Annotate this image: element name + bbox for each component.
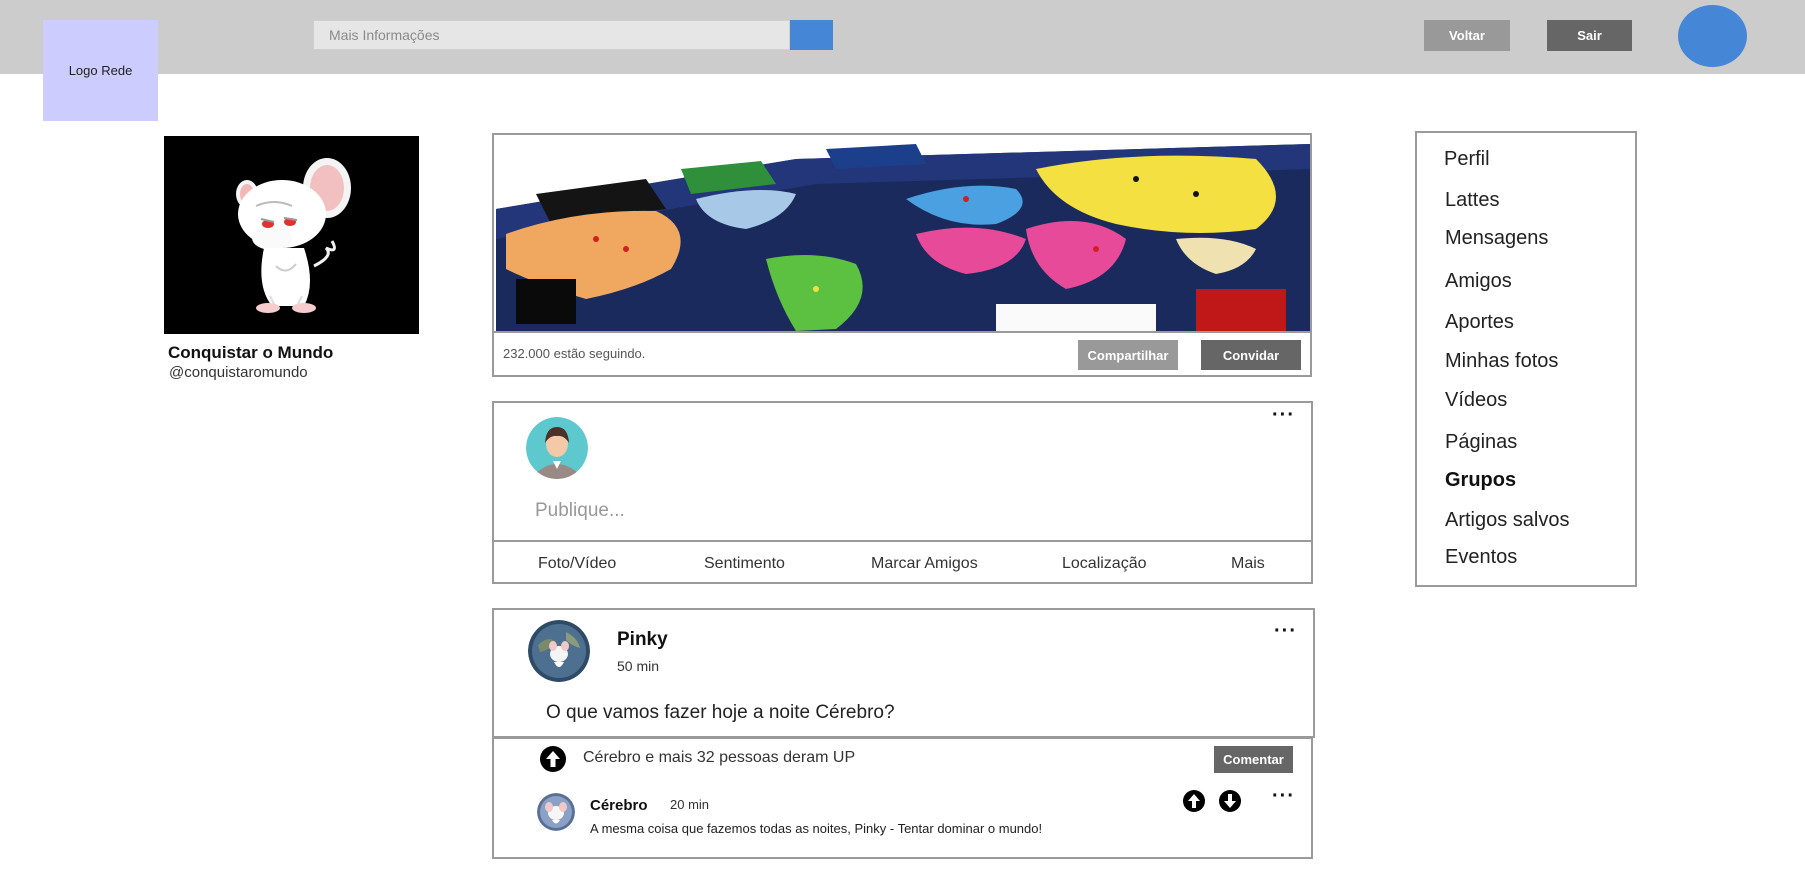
cover-divider — [494, 331, 1310, 333]
menu-item-amigos[interactable]: Amigos — [1445, 270, 1512, 293]
invite-button[interactable]: Convidar — [1201, 340, 1301, 370]
post-timestamp: 50 min — [617, 658, 660, 674]
back-button[interactable]: Voltar — [1424, 20, 1510, 51]
tag-friends-action[interactable]: Marcar Amigos — [871, 555, 978, 573]
menu-item-aportes[interactable]: Aportes — [1445, 311, 1514, 334]
feeling-action[interactable]: Sentimento — [704, 555, 785, 573]
brain-mouse-illustration — [164, 136, 419, 334]
menu-item-videos[interactable]: Vídeos — [1445, 389, 1507, 412]
menu-item-artigos-salvos[interactable]: Artigos salvos — [1445, 509, 1570, 532]
reactions-summary[interactable]: Cérebro e mais 32 pessoas deram UP — [583, 749, 855, 767]
publish-input[interactable] — [530, 497, 1130, 525]
menu-item-lattes[interactable]: Lattes — [1445, 189, 1499, 212]
globe-mouse-avatar-icon — [528, 620, 590, 682]
user-avatar[interactable] — [1678, 5, 1747, 67]
profile-name: Conquistar o Mundo — [168, 343, 334, 362]
share-button[interactable]: Compartilhar — [1078, 340, 1178, 370]
location-action[interactable]: Localização — [1062, 555, 1147, 573]
composer-more-icon[interactable]: ··· — [1272, 404, 1295, 427]
search-input[interactable] — [313, 20, 790, 50]
composer-actions-bar: Foto/Vídeo Sentimento Marcar Amigos Loca… — [492, 540, 1313, 584]
comment-author-name[interactable]: Cérebro — [590, 797, 648, 814]
comment-more-icon[interactable]: ··· — [1272, 785, 1295, 808]
photo-video-action[interactable]: Foto/Vídeo — [538, 555, 616, 573]
comment-author-avatar[interactable] — [537, 793, 575, 831]
cover-image — [496, 139, 1310, 331]
more-action[interactable]: Mais — [1231, 555, 1265, 573]
comment-button[interactable]: Comentar — [1214, 746, 1293, 773]
post-text: O que vamos fazer hoje a noite Cérebro? — [546, 702, 895, 723]
board-game-map-illustration — [496, 139, 1310, 331]
comment-text: A mesma coisa que fazemos todas as noite… — [590, 821, 1043, 836]
arrow-up-icon[interactable] — [540, 746, 566, 772]
post-author-avatar[interactable] — [528, 620, 590, 682]
post-author-name[interactable]: Pinky — [617, 629, 668, 651]
side-menu: Perfil Lattes Mensagens Amigos Aportes M… — [1415, 131, 1637, 587]
menu-item-grupos[interactable]: Grupos — [1445, 469, 1516, 492]
brain-avatar-icon — [537, 793, 575, 831]
comment-timestamp: 20 min — [670, 797, 710, 812]
comment-upvote-icon[interactable] — [1183, 790, 1205, 812]
comment-downvote-icon[interactable] — [1219, 790, 1241, 812]
profile-handle: @conquistaromundo — [169, 364, 308, 381]
post-more-icon[interactable]: ··· — [1274, 620, 1297, 643]
menu-item-eventos[interactable]: Eventos — [1445, 546, 1517, 569]
menu-item-paginas[interactable]: Páginas — [1445, 431, 1517, 454]
top-bar — [0, 0, 1805, 74]
profile-picture[interactable] — [164, 136, 419, 334]
followers-count: 232.000 estão seguindo. — [503, 346, 646, 361]
logo-text: Logo Rede — [68, 63, 133, 78]
exit-button[interactable]: Sair — [1547, 20, 1632, 51]
menu-item-perfil[interactable]: Perfil — [1444, 148, 1490, 171]
menu-item-mensagens[interactable]: Mensagens — [1445, 227, 1548, 250]
search-button[interactable] — [790, 20, 833, 50]
person-avatar-icon — [526, 417, 588, 479]
composer-avatar — [526, 417, 588, 479]
menu-item-minhas-fotos[interactable]: Minhas fotos — [1445, 350, 1558, 373]
logo[interactable]: Logo Rede — [43, 20, 158, 121]
